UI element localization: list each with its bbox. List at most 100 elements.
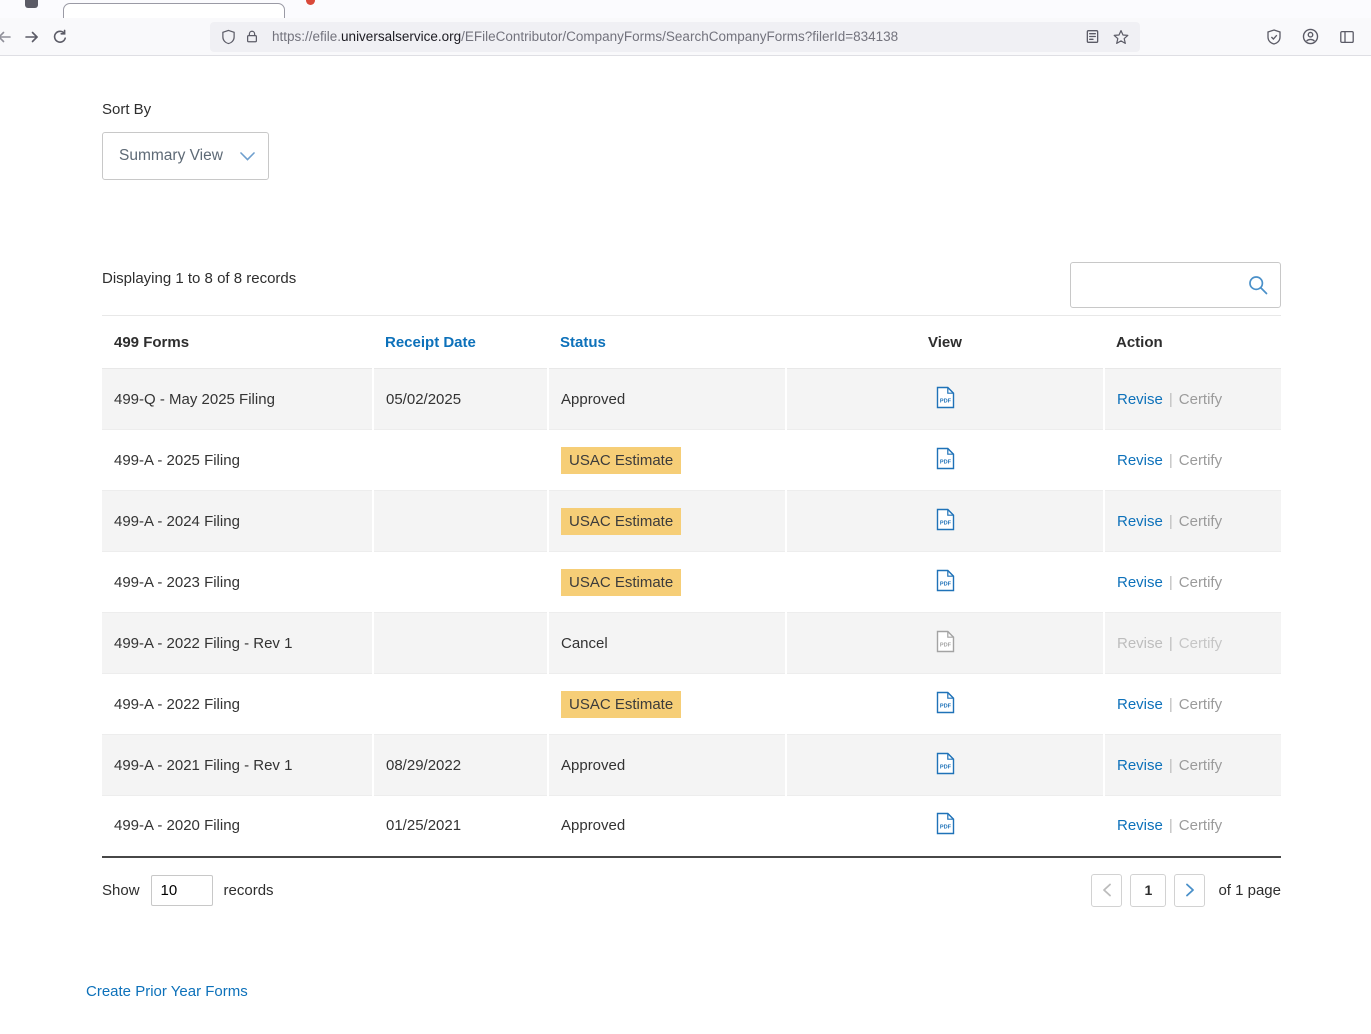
company-forms-page: Sort By Summary View Displaying 1 to 8 o… xyxy=(0,101,1371,1001)
browser-tab[interactable] xyxy=(63,3,285,18)
action-separator: | xyxy=(1169,757,1173,774)
pdf-view-icon[interactable]: PDF xyxy=(936,447,955,470)
url-path: /EFileContributor/CompanyForms/SearchCom… xyxy=(461,29,898,44)
header-action: Action xyxy=(1104,316,1281,369)
pdf-view-icon[interactable]: PDF xyxy=(936,812,955,835)
lock-icon[interactable] xyxy=(245,29,259,44)
view-select-value: Summary View xyxy=(119,147,223,165)
url-text: https://efile.universalservice.org/EFile… xyxy=(272,29,898,44)
action-separator: | xyxy=(1169,817,1173,834)
records-summary: Displaying 1 to 8 of 8 records xyxy=(102,262,296,287)
certify-link[interactable]: Certify xyxy=(1179,452,1222,469)
pdf-icon-label: PDF xyxy=(939,825,951,831)
certify-link[interactable]: Certify xyxy=(1179,574,1222,591)
tab-notification-dot xyxy=(306,0,315,5)
create-prior-year-forms-link[interactable]: Create Prior Year Forms xyxy=(86,983,248,1000)
action-separator: | xyxy=(1169,391,1173,408)
account-icon[interactable] xyxy=(1302,28,1319,45)
status-value: USAC Estimate xyxy=(561,447,681,474)
form-name: 499-A - 2024 Filing xyxy=(114,513,240,530)
header-499-forms: 499 Forms xyxy=(102,316,373,369)
pdf-view-icon[interactable]: PDF xyxy=(936,691,955,714)
receipt-date: 01/25/2021 xyxy=(386,817,461,834)
pdf-icon-label: PDF xyxy=(939,642,951,648)
revise-link[interactable]: Revise xyxy=(1117,452,1163,469)
sidebar-icon[interactable] xyxy=(1339,29,1355,45)
pdf-icon-label: PDF xyxy=(939,398,951,404)
search-icon[interactable] xyxy=(1247,274,1269,296)
table-row: 499-A - 2022 Filing USAC Estimate PDF Re… xyxy=(102,674,1281,735)
chevron-down-icon xyxy=(240,152,255,161)
reload-icon[interactable] xyxy=(46,23,74,51)
certify-link[interactable]: Certify xyxy=(1179,391,1222,408)
pdf-view-icon[interactable]: PDF xyxy=(936,569,955,592)
action-separator: | xyxy=(1169,635,1173,652)
certify-link[interactable]: Certify xyxy=(1179,817,1222,834)
current-page-input[interactable] xyxy=(1130,874,1166,907)
receipt-date: 05/02/2025 xyxy=(386,391,461,408)
pdf-view-icon[interactable]: PDF xyxy=(936,386,955,409)
back-icon[interactable] xyxy=(0,23,18,51)
revise-link[interactable]: Revise xyxy=(1117,817,1163,834)
form-name: 499-A - 2025 Filing xyxy=(114,452,240,469)
status-value: Approved xyxy=(561,817,625,834)
certify-link[interactable]: Certify xyxy=(1179,696,1222,713)
url-bar[interactable]: https://efile.universalservice.org/EFile… xyxy=(210,22,1140,52)
search-input[interactable] xyxy=(1082,276,1247,295)
header-receipt-date[interactable]: Receipt Date xyxy=(373,316,548,369)
prev-page-button[interactable] xyxy=(1091,874,1122,907)
shield-icon[interactable] xyxy=(221,29,236,45)
status-value: USAC Estimate xyxy=(561,569,681,596)
action-separator: | xyxy=(1169,452,1173,469)
url-scheme: https://efile. xyxy=(272,29,341,44)
table-row: 499-A - 2021 Filing - Rev 1 08/29/2022 A… xyxy=(102,735,1281,796)
view-select[interactable]: Summary View xyxy=(102,132,269,180)
revise-link[interactable]: Revise xyxy=(1117,757,1163,774)
form-name: 499-A - 2020 Filing xyxy=(114,817,240,834)
table-row: 499-A - 2025 Filing USAC Estimate PDF Re… xyxy=(102,430,1281,491)
table-header-row: 499 Forms Receipt Date Status View Actio… xyxy=(102,316,1281,369)
forward-icon[interactable] xyxy=(18,23,46,51)
next-page-button[interactable] xyxy=(1174,874,1205,907)
form-name: 499-A - 2022 Filing xyxy=(114,696,240,713)
form-name: 499-Q - May 2025 Filing xyxy=(114,391,275,408)
header-view: View xyxy=(786,316,1104,369)
certify-link[interactable]: Certify xyxy=(1179,757,1222,774)
pdf-icon-label: PDF xyxy=(939,581,951,587)
revise-link[interactable]: Revise xyxy=(1117,513,1163,530)
pdf-icon-label: PDF xyxy=(939,764,951,770)
pdf-view-icon[interactable]: PDF xyxy=(936,508,955,531)
forms-table: 499 Forms Receipt Date Status View Actio… xyxy=(102,315,1281,858)
revise-link[interactable]: Revise xyxy=(1117,635,1163,652)
table-row: 499-Q - May 2025 Filing 05/02/2025 Appro… xyxy=(102,369,1281,430)
pdf-icon-label: PDF xyxy=(939,703,951,709)
pdf-view-icon[interactable]: PDF xyxy=(936,630,955,653)
bookmark-star-icon[interactable] xyxy=(1113,29,1129,45)
status-value: Approved xyxy=(561,757,625,774)
firefox-view-icon[interactable] xyxy=(25,0,38,8)
status-value: USAC Estimate xyxy=(561,508,681,535)
action-separator: | xyxy=(1169,513,1173,530)
table-row: 499-A - 2020 Filing 01/25/2021 Approved … xyxy=(102,796,1281,857)
page-summary: of 1 page xyxy=(1218,882,1281,899)
status-value: Cancel xyxy=(561,635,608,652)
form-name: 499-A - 2023 Filing xyxy=(114,574,240,591)
revise-link[interactable]: Revise xyxy=(1117,391,1163,408)
pdf-view-icon[interactable]: PDF xyxy=(936,752,955,775)
table-row: 499-A - 2024 Filing USAC Estimate PDF Re… xyxy=(102,491,1281,552)
search-box xyxy=(1070,262,1281,308)
revise-link[interactable]: Revise xyxy=(1117,696,1163,713)
certify-link[interactable]: Certify xyxy=(1179,635,1222,652)
records-label: records xyxy=(224,882,274,899)
action-separator: | xyxy=(1169,574,1173,591)
certify-link[interactable]: Certify xyxy=(1179,513,1222,530)
receipt-date: 08/29/2022 xyxy=(386,757,461,774)
header-status[interactable]: Status xyxy=(548,316,786,369)
form-name: 499-A - 2021 Filing - Rev 1 xyxy=(114,757,292,774)
table-row: 499-A - 2023 Filing USAC Estimate PDF Re… xyxy=(102,552,1281,613)
protections-shield-icon[interactable] xyxy=(1266,29,1282,45)
page-size-input[interactable] xyxy=(151,875,213,906)
reader-mode-icon[interactable] xyxy=(1085,29,1100,44)
action-separator: | xyxy=(1169,696,1173,713)
revise-link[interactable]: Revise xyxy=(1117,574,1163,591)
